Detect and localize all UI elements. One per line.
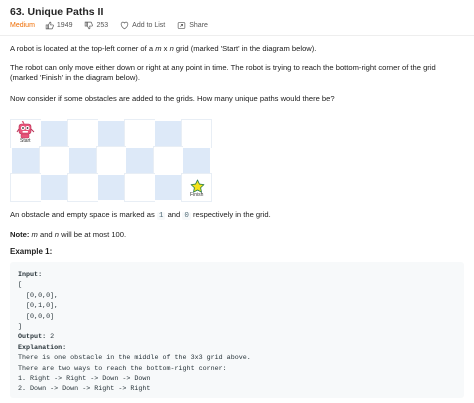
problem-page: 63. Unique Paths II Medium 1949 253 Add … <box>0 0 474 403</box>
description-paragraph-3: Now consider if some obstacles are added… <box>10 94 335 103</box>
example-code-block: Input: [ [0,0,0], [0,1,0], [0,0,0] ] Out… <box>10 262 464 398</box>
thumbs-down-icon <box>85 22 94 30</box>
add-to-list-label: Add to List <box>132 22 166 29</box>
grid-cell <box>39 174 69 201</box>
explanation-label: Explanation: <box>18 343 67 352</box>
like-count: 1949 <box>56 22 73 29</box>
input-line: [0,1,0], <box>18 302 59 311</box>
input-line: ] <box>18 323 23 332</box>
input-label: Input: <box>18 271 43 279</box>
example-heading: Example 1: <box>10 247 53 256</box>
grid-cell <box>11 147 40 174</box>
explanation-line: There are two ways to reach the bottom-r… <box>18 364 227 373</box>
description-paragraph-4: An obstacle and empty space is marked as… <box>10 210 271 220</box>
grid-cell: Start <box>10 119 41 148</box>
start-label: Start <box>20 138 31 145</box>
grid-cell <box>96 120 126 147</box>
explanation-line: 2. Down -> Down -> Right -> Right <box>18 385 151 394</box>
empty-code: 0 <box>182 212 191 220</box>
dislike-button[interactable]: 253 <box>84 21 108 30</box>
input-line: [0,0,0] <box>18 312 55 321</box>
finish-label: Finish <box>190 192 204 199</box>
grid-cell <box>124 119 155 148</box>
grid-cell: Finish <box>181 173 212 202</box>
grid-cell <box>39 120 69 147</box>
grid-cell <box>68 147 97 174</box>
robot-icon <box>16 121 35 139</box>
share-icon <box>178 22 186 29</box>
note-paragraph: Note: m and n will be at most 100. <box>10 230 127 239</box>
input-line: [0,0,0], <box>18 291 59 300</box>
explanation-line: There is one obstacle in the middle of t… <box>18 354 251 363</box>
header-divider <box>0 35 474 36</box>
grid-cell <box>39 146 69 175</box>
grid-cell <box>182 147 211 174</box>
like-button[interactable]: 1949 <box>45 21 73 30</box>
share-label: Share <box>189 22 208 29</box>
grid-cell <box>153 146 183 175</box>
grid-cell <box>67 173 98 202</box>
grid-cell <box>181 119 212 148</box>
description-paragraph-2: The robot can only move either down or r… <box>10 63 436 83</box>
problem-meta-bar: Medium 1949 253 Add to List Share <box>10 21 220 30</box>
explanation-line: 1. Right -> Right -> Down -> Down <box>18 375 151 384</box>
grid-cell <box>67 119 98 148</box>
add-to-list-button[interactable]: Add to List <box>120 21 165 30</box>
grid-cell <box>153 174 183 201</box>
grid-cell <box>125 147 154 174</box>
input-line: [ <box>18 281 23 290</box>
dislike-count: 253 <box>96 22 109 29</box>
output-label: Output: <box>18 333 47 342</box>
grid-cell <box>96 146 126 175</box>
grid-cell <box>153 120 183 147</box>
thumbs-up-icon <box>45 22 54 30</box>
description-paragraph-1: A robot is located at the top-left corne… <box>10 44 317 53</box>
output-value: 2 <box>46 333 55 342</box>
problem-title: 63. Unique Paths II <box>10 6 104 18</box>
difficulty-badge: Medium <box>10 22 35 29</box>
grid-cell <box>96 174 126 201</box>
grid-cell <box>10 173 41 202</box>
heart-icon <box>120 22 129 30</box>
grid-cell <box>124 173 155 202</box>
share-button[interactable]: Share <box>177 21 208 30</box>
grid-diagram: Start Finish <box>10 119 212 202</box>
